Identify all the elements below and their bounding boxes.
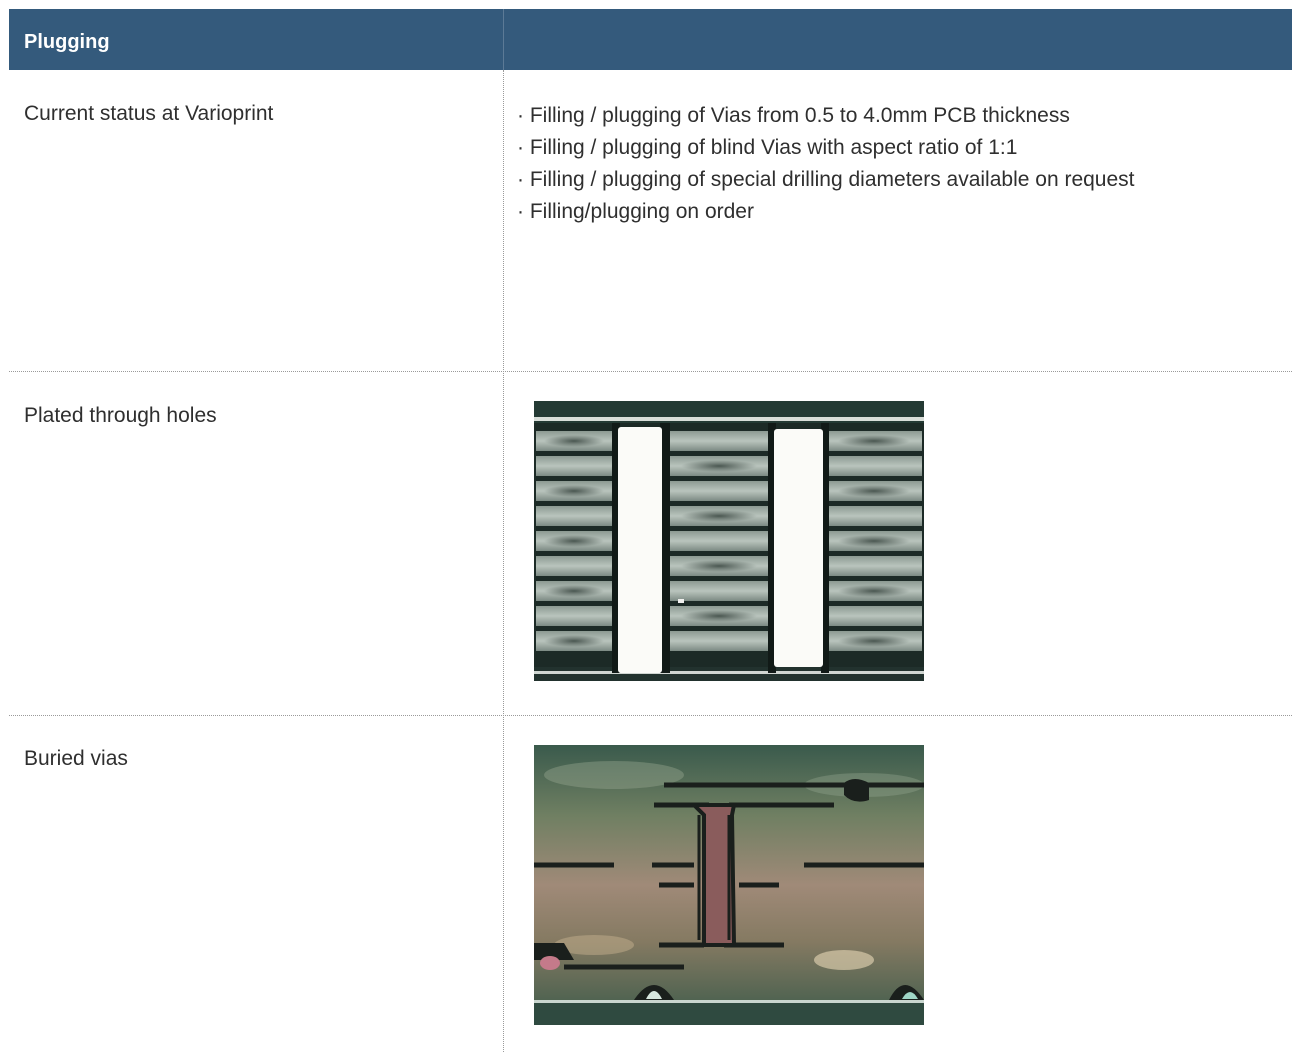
bullet-item: Filling/plugging on order (517, 196, 1135, 228)
table-header-title: Plugging (24, 31, 110, 53)
plated-through-holes-image (534, 401, 924, 681)
bullet-item: Filling / plugging of Vias from 0.5 to 4… (517, 100, 1135, 132)
plugging-table: Plugging Current status at Varioprint Fi… (9, 9, 1292, 1052)
row-divider (9, 715, 1292, 716)
column-divider (503, 70, 504, 1052)
row-divider (9, 371, 1292, 372)
row-label-plated-through-holes: Plated through holes (24, 404, 217, 427)
current-status-bullet-list: Filling / plugging of Vias from 0.5 to 4… (517, 100, 1135, 228)
header-column-divider (503, 9, 504, 70)
bullet-item: Filling / plugging of blind Vias with as… (517, 132, 1135, 164)
table-header: Plugging (9, 9, 1292, 70)
bullet-item: Filling / plugging of special drilling d… (517, 164, 1135, 196)
row-label-current-status: Current status at Varioprint (24, 102, 274, 125)
row-label-buried-vias: Buried vias (24, 747, 128, 770)
buried-vias-image (534, 745, 924, 1025)
